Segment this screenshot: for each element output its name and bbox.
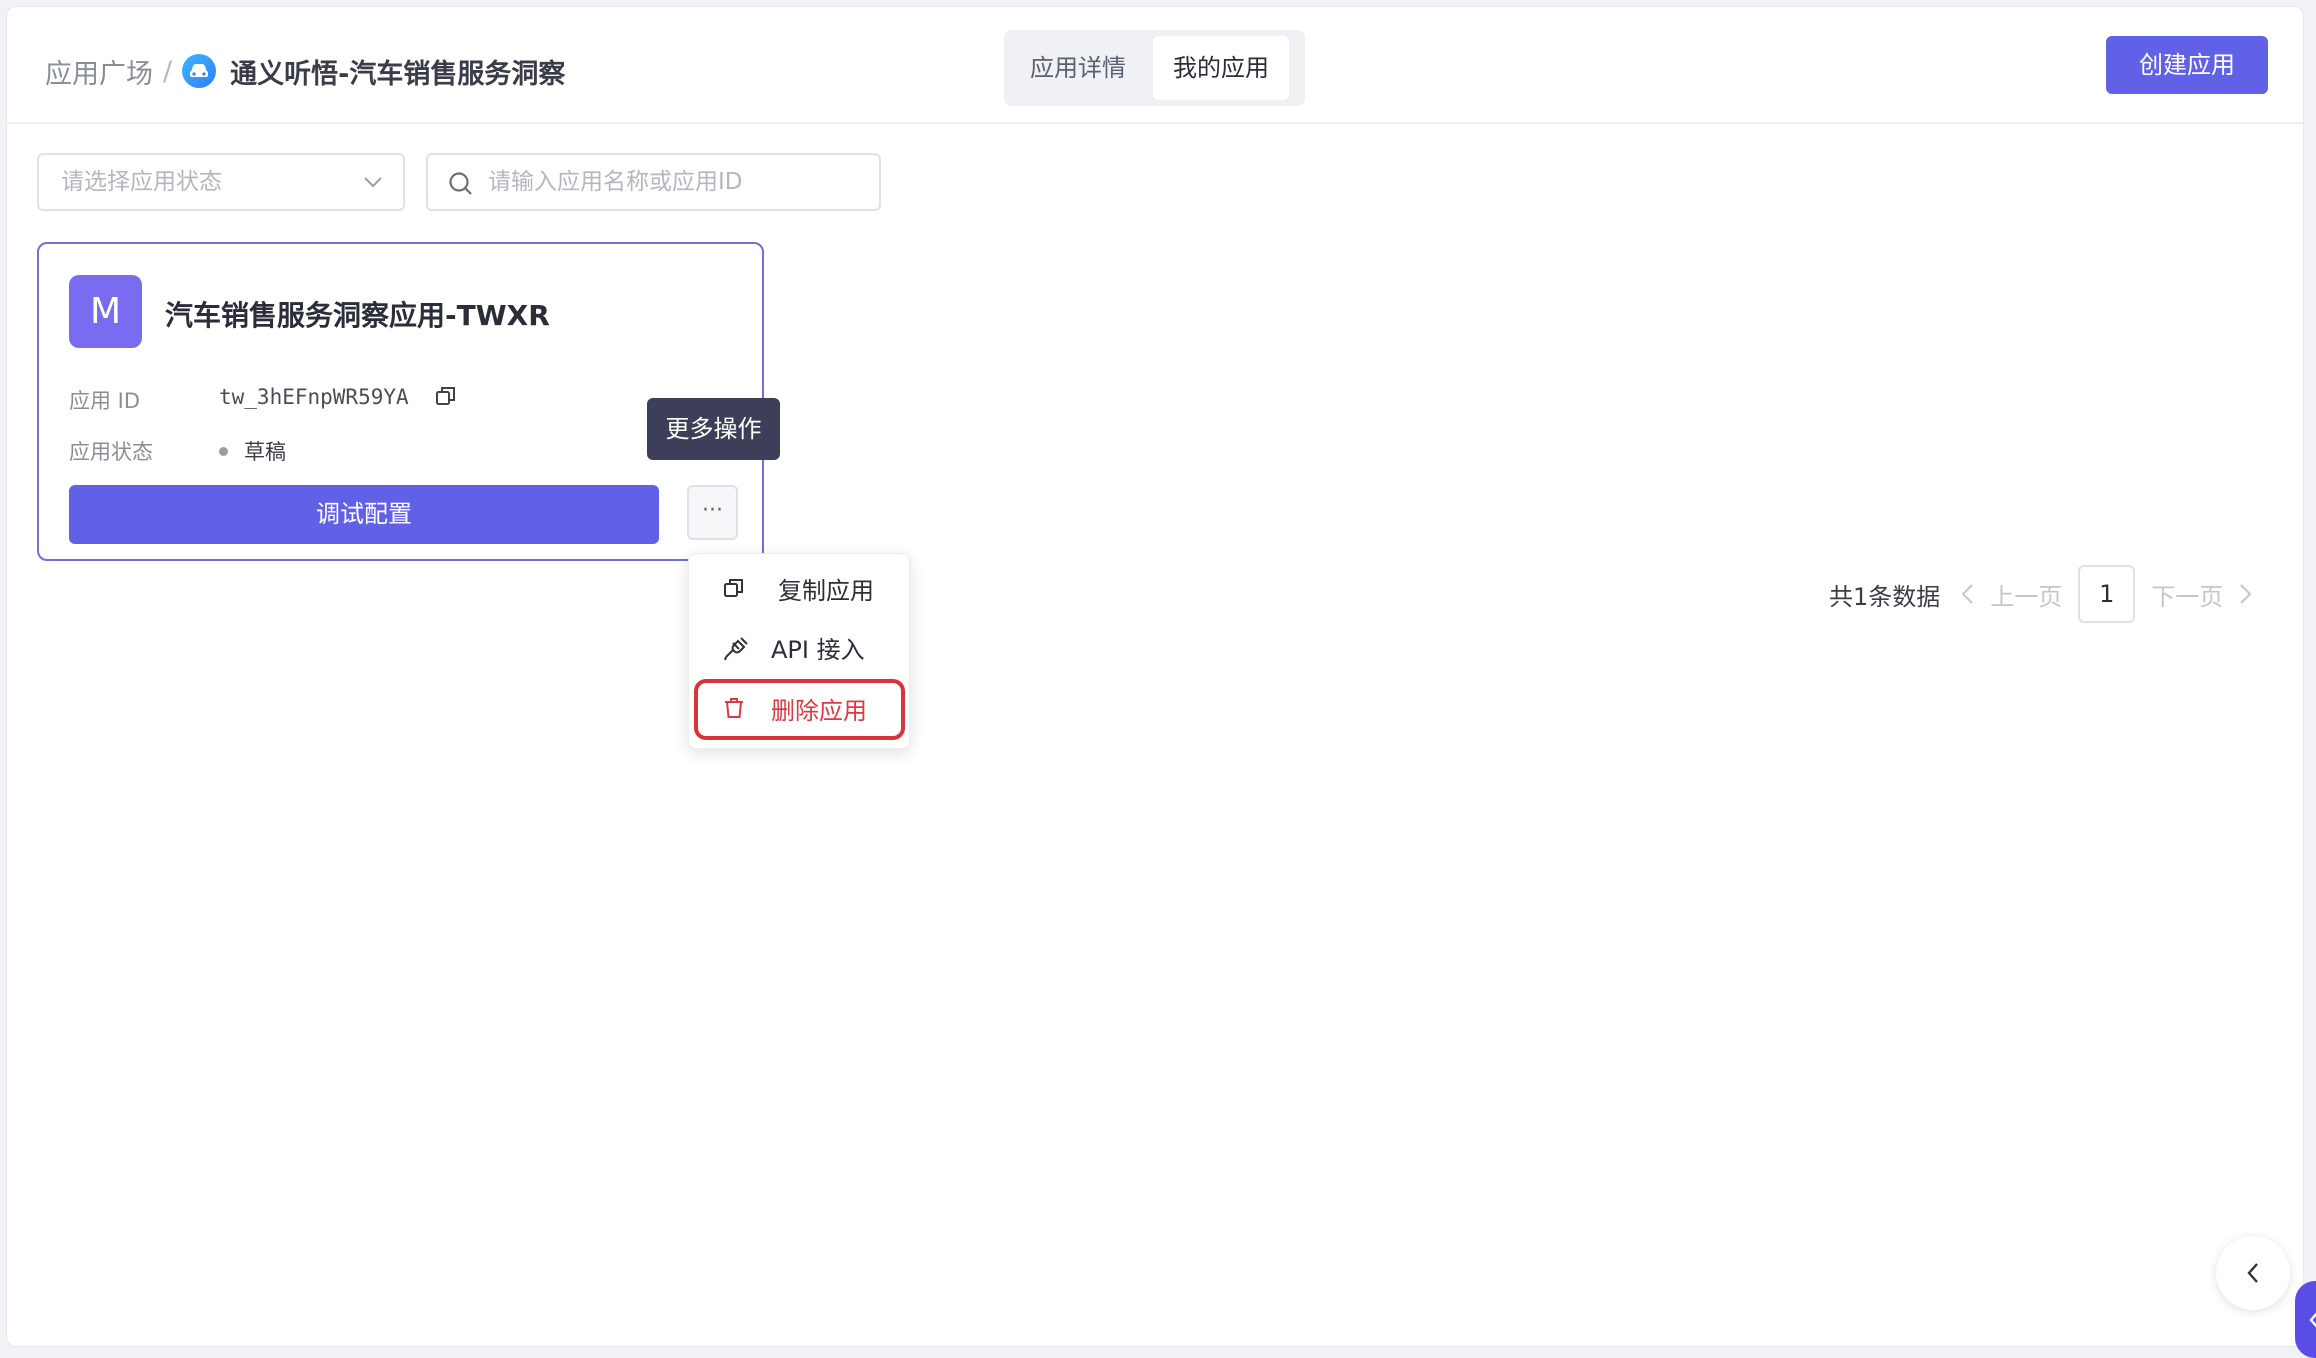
create-app-button[interactable]: 创建应用 xyxy=(2106,36,2268,94)
more-actions-tooltip: 更多操作 xyxy=(647,398,780,460)
menu-item-copy-app[interactable]: 复制应用 xyxy=(689,562,909,614)
view-switcher: 应用详情 我的应用 xyxy=(1004,30,1305,106)
debug-config-button[interactable]: 调试配置 xyxy=(69,485,659,544)
app-name: 汽车销售服务洞察应用-TWXR xyxy=(165,299,550,332)
app-id-label: 应用 ID xyxy=(69,389,141,413)
main-panel: 应用广场 / 通义听悟-汽车销售服务洞察 应用详情 我的应用 创建应用 请选择应… xyxy=(6,6,2304,1347)
breadcrumb-separator: / xyxy=(163,55,173,87)
breadcrumb-current: 通义听悟-汽车销售服务洞察 xyxy=(230,58,566,90)
car-logo-icon xyxy=(182,54,217,88)
breadcrumb: 应用广场 / 通义听悟-汽车销售服务洞察 xyxy=(45,47,565,95)
app-status-label: 应用状态 xyxy=(69,440,153,464)
chevron-left-icon xyxy=(1961,584,1973,604)
app-id-value: tw_3hEFnpWR59YA xyxy=(219,385,409,409)
breadcrumb-root-link[interactable]: 应用广场 xyxy=(45,52,153,91)
more-actions-menu: 复制应用 API 接入 删除应用 xyxy=(688,553,910,749)
delete-highlight-box xyxy=(694,679,905,740)
pagination-total: 共1条数据 xyxy=(1829,582,1941,611)
menu-item-label: 复制应用 xyxy=(778,576,874,605)
tab-app-details[interactable]: 应用详情 xyxy=(1010,36,1146,100)
menu-item-label: API 接入 xyxy=(771,635,865,664)
search-input[interactable] xyxy=(488,155,868,209)
search-icon xyxy=(449,172,472,195)
app-avatar: M xyxy=(69,275,142,348)
status-select-placeholder: 请选择应用状态 xyxy=(61,169,222,195)
pagination: 共1条数据 上一页 1 下一页 xyxy=(1829,565,2255,623)
chevron-down-icon xyxy=(364,177,382,188)
search-box xyxy=(426,153,881,211)
app-status-value: 草稿 xyxy=(244,440,286,464)
collapse-button[interactable] xyxy=(2216,1236,2290,1310)
pagination-prev-label: 上一页 xyxy=(1990,582,2063,611)
page-header: 应用广场 / 通义听悟-汽车销售服务洞察 应用详情 我的应用 创建应用 xyxy=(7,7,2303,124)
side-panel-toggle[interactable] xyxy=(2295,1281,2316,1358)
more-actions-button[interactable]: ··· xyxy=(687,485,738,540)
copy-id-icon[interactable] xyxy=(434,384,458,408)
menu-item-api-access[interactable]: API 接入 xyxy=(689,621,909,673)
pagination-prev[interactable]: 上一页 xyxy=(1958,577,2062,612)
app-status: 草稿 xyxy=(219,436,286,466)
pagination-next-label: 下一页 xyxy=(2151,582,2224,611)
copy-icon xyxy=(724,579,743,597)
status-select[interactable]: 请选择应用状态 xyxy=(37,153,405,211)
pagination-page-1[interactable]: 1 xyxy=(2078,565,2136,623)
chevron-left-icon xyxy=(2247,1263,2258,1283)
plug-icon xyxy=(724,637,748,661)
chevron-right-icon xyxy=(2240,584,2252,604)
status-dot xyxy=(219,446,228,456)
chevron-left-icon xyxy=(2309,1311,2316,1328)
tab-my-apps[interactable]: 我的应用 xyxy=(1153,36,1289,100)
pagination-next[interactable]: 下一页 xyxy=(2151,577,2255,612)
